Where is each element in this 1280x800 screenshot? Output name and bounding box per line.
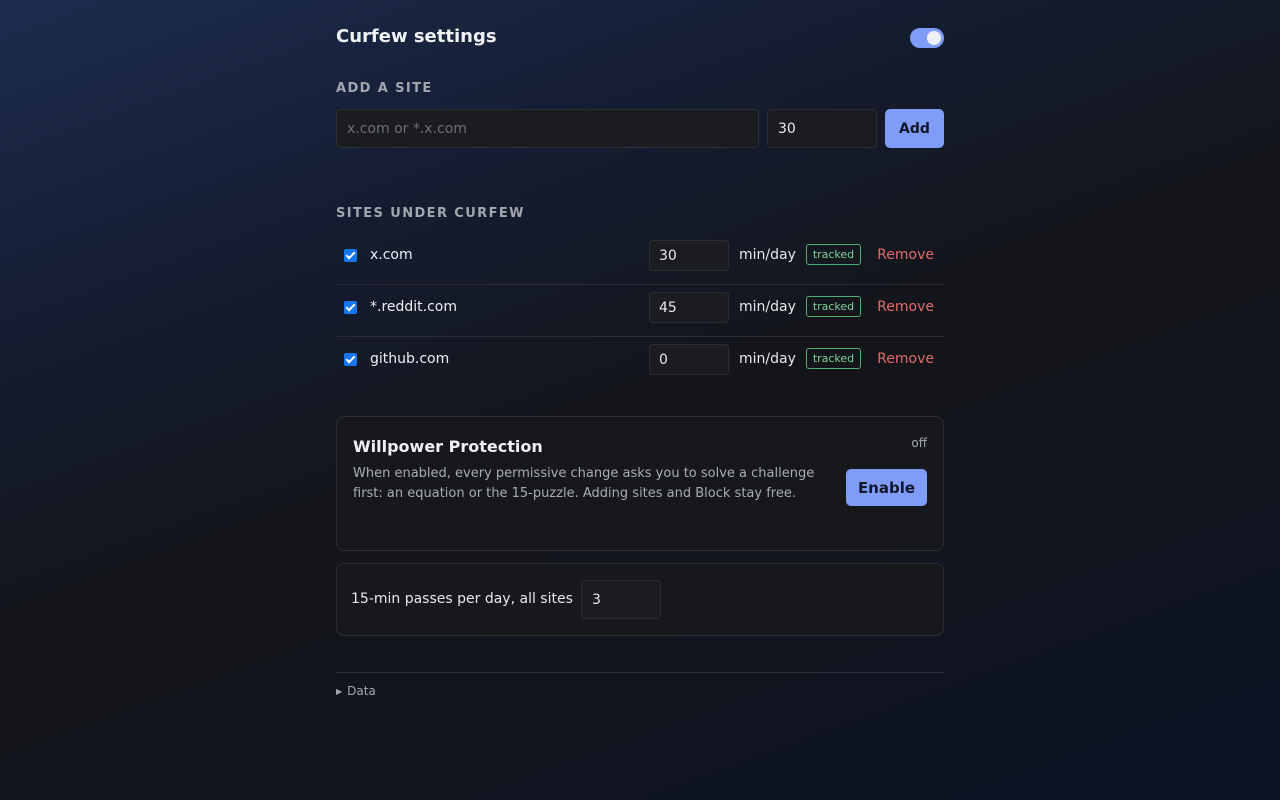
status-badge: tracked — [806, 348, 861, 369]
minutes-unit: min/day — [739, 351, 796, 367]
remove-button[interactable]: Remove — [877, 299, 934, 315]
minutes-unit: min/day — [739, 299, 796, 315]
add-button[interactable]: Add — [885, 109, 944, 148]
willpower-title: Willpower Protection — [353, 437, 543, 456]
enable-button[interactable]: Enable — [846, 469, 927, 506]
status-badge: tracked — [806, 244, 861, 265]
status-badge: tracked — [806, 296, 861, 317]
site-enabled-checkbox[interactable] — [344, 249, 357, 262]
passes-label: 15-min passes per day, all sites — [351, 591, 573, 607]
remove-button[interactable]: Remove — [877, 351, 934, 367]
site-input[interactable] — [336, 109, 759, 148]
willpower-card: Willpower Protection off When enabled, e… — [336, 416, 944, 551]
passes-card: 15-min passes per day, all sites — [336, 563, 944, 636]
site-domain: x.com — [370, 247, 413, 263]
site-row: *.reddit.com min/day tracked Remove — [336, 285, 944, 337]
willpower-description: When enabled, every permissive change as… — [353, 466, 815, 501]
site-minutes-input[interactable] — [649, 292, 729, 323]
site-row: x.com min/day tracked Remove — [336, 233, 944, 285]
site-minutes-input[interactable] — [649, 344, 729, 375]
add-site-heading: ADD A SITE — [336, 81, 433, 96]
sites-heading: SITES UNDER CURFEW — [336, 206, 525, 221]
site-enabled-checkbox[interactable] — [344, 353, 357, 366]
header: Curfew settings — [336, 24, 944, 52]
page-title: Curfew settings — [336, 26, 497, 47]
site-domain: github.com — [370, 351, 450, 367]
willpower-status: off — [911, 436, 927, 450]
site-row: github.com min/day tracked Remove — [336, 337, 944, 389]
curfew-enabled-toggle[interactable] — [910, 28, 944, 48]
passes-input[interactable] — [581, 580, 661, 619]
site-domain: *.reddit.com — [370, 299, 458, 315]
site-minutes-input[interactable] — [649, 240, 729, 271]
disclosure-triangle-icon: ▶ — [336, 687, 343, 696]
data-label: Data — [347, 684, 376, 698]
divider — [336, 672, 944, 673]
remove-button[interactable]: Remove — [877, 247, 934, 263]
site-enabled-checkbox[interactable] — [344, 301, 357, 314]
toggle-knob — [927, 31, 941, 45]
minutes-input[interactable] — [767, 109, 877, 148]
minutes-unit: min/day — [739, 247, 796, 263]
data-disclosure[interactable]: ▶ Data — [336, 684, 376, 698]
